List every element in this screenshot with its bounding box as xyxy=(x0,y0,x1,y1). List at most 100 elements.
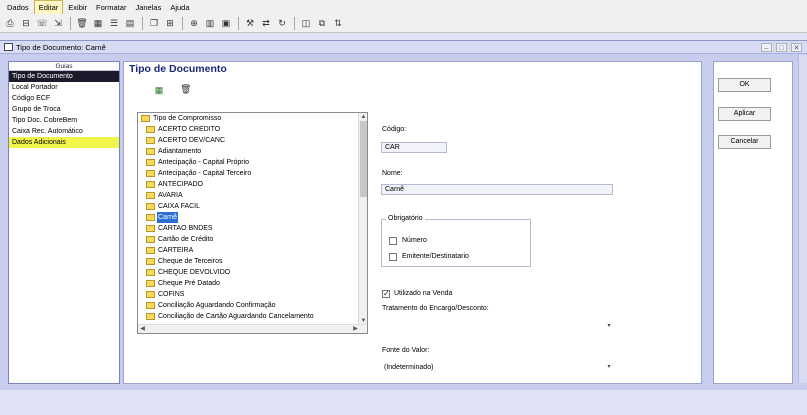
tree-item[interactable]: COFINS xyxy=(138,289,359,300)
tree-item[interactable]: ACERTO DEV/CANC xyxy=(138,135,359,146)
utilizado-venda-label: Utilizado na Venda xyxy=(394,290,453,297)
tree-horizontal-scrollbar[interactable]: ◀ ▶ xyxy=(138,324,367,333)
tree-item[interactable]: CARTAO BNDES xyxy=(138,223,359,234)
form-icon[interactable]: ▤ xyxy=(124,17,136,29)
cancelar-button[interactable]: Cancelar xyxy=(718,135,771,149)
window-icon[interactable]: ❐ xyxy=(148,17,160,29)
toolbar-separator xyxy=(294,16,295,30)
folder-icon xyxy=(146,302,155,309)
tree-item[interactable]: Carnê xyxy=(138,212,359,223)
tratamento-select[interactable]: ▾ xyxy=(381,321,613,332)
tree-item-label: Conciliação de Cartão Aguardando Cancela… xyxy=(158,313,314,320)
table-icon[interactable]: ▥ xyxy=(204,17,216,29)
tree-item[interactable]: CARTEIRA xyxy=(138,245,359,256)
tree-item[interactable]: Cartão de Crédito xyxy=(138,234,359,245)
fonte-select[interactable]: (Indeterminado) ▾ xyxy=(381,362,613,373)
emitente-label: Emitente/Destinatario xyxy=(402,253,469,260)
minimize-button[interactable]: – xyxy=(761,43,772,52)
trash-icon[interactable]: 🗑 xyxy=(180,84,191,94)
tree-item[interactable]: Adiantamento xyxy=(138,146,359,157)
tree-item-label: Cheque de Terceiros xyxy=(158,258,223,265)
tree-item-label: CHEQUE DEVOLVIDO xyxy=(158,269,231,276)
print-icon[interactable]: ⎙ xyxy=(4,17,16,29)
guia-tipo-doc-cobrebem[interactable]: Tipo Doc. CobreBem xyxy=(9,115,119,126)
tree-item[interactable]: ANTECIPADO xyxy=(138,179,359,190)
tree-item-label: ACERTO DEV/CANC xyxy=(158,137,226,144)
guia-dados-adicionais[interactable]: Dados Adicionais xyxy=(9,137,119,148)
tree-item-label: Cheque Pré Datado xyxy=(158,280,220,287)
tree-item[interactable]: CHEQUE DEVOLVIDO xyxy=(138,267,359,278)
guia-codigo-ecf[interactable]: Código ECF xyxy=(9,93,119,104)
tipo-compromisso-tree: Tipo de Compromisso ACERTO CREDITO ACERTO… xyxy=(137,112,368,334)
tree-root[interactable]: Tipo de Compromisso xyxy=(138,113,359,124)
close-button[interactable]: ✕ xyxy=(791,43,802,52)
sort-icon[interactable]: ⇅ xyxy=(332,17,344,29)
guia-local-portador[interactable]: Local Portador xyxy=(9,82,119,93)
chevron-down-icon[interactable]: ▾ xyxy=(605,362,613,373)
menu-janelas[interactable]: Janelas xyxy=(131,1,165,14)
guia-caixa-rec-automatico[interactable]: Caixa Rec. Automático xyxy=(9,126,119,137)
tree-item[interactable]: Conciliação de Cartão Aguardando Cancela… xyxy=(138,311,359,322)
folder-icon xyxy=(146,148,155,155)
toolbar-separator xyxy=(182,16,183,30)
folder-icon xyxy=(146,247,155,254)
tree-vertical-scrollbar[interactable]: ▲ ▼ xyxy=(358,113,367,325)
tree-item[interactable]: Antecipação - Capital Terceiro xyxy=(138,168,359,179)
tree-item-label: COFINS xyxy=(158,291,185,298)
maximize-button[interactable]: □ xyxy=(776,43,787,52)
guia-tipo-documento[interactable]: Tipo de Documento xyxy=(9,71,119,82)
folder-icon xyxy=(146,269,155,276)
numero-checkbox[interactable] xyxy=(389,237,397,245)
scroll-left-icon[interactable]: ◀ xyxy=(138,325,147,333)
toolbar-separator xyxy=(142,16,143,30)
tree-item[interactable]: AVARIA xyxy=(138,190,359,201)
tree-item[interactable]: Cheque de Terceiros xyxy=(138,256,359,267)
database-icon[interactable]: ⊕ xyxy=(188,17,200,29)
chevron-down-icon[interactable]: ▾ xyxy=(605,321,613,332)
codigo-field[interactable]: CAR xyxy=(381,142,447,153)
nome-field[interactable]: Carnê xyxy=(381,184,613,195)
print-preview-icon[interactable]: ⊟ xyxy=(20,17,32,29)
emitente-checkbox[interactable] xyxy=(389,253,397,261)
toolbar-separator xyxy=(238,16,239,30)
scroll-right-icon[interactable]: ▶ xyxy=(351,325,360,333)
guia-grupo-troca[interactable]: Grupo de Troca xyxy=(9,104,119,115)
menu-formatar[interactable]: Formatar xyxy=(92,1,130,14)
menu-exibir[interactable]: Exibir xyxy=(64,1,91,14)
list-icon[interactable]: ☰ xyxy=(108,17,120,29)
fax-icon[interactable]: ☏ xyxy=(36,17,48,29)
add-item-icon[interactable]: ▦ xyxy=(154,85,164,95)
filter-icon[interactable]: ⊞ xyxy=(164,17,176,29)
calculator-icon[interactable]: ▣ xyxy=(220,17,232,29)
tree-item[interactable]: CAIXA FACIL xyxy=(138,201,359,212)
obrigatorio-group: Obrigatório Número Emitente/Destinatario xyxy=(381,215,531,267)
utilizado-venda-checkbox[interactable] xyxy=(382,289,390,298)
tree-item-label: Carnê xyxy=(157,212,179,223)
menu-ajuda[interactable]: Ajuda xyxy=(166,1,193,14)
save-icon[interactable]: ◫ xyxy=(300,17,312,29)
tree-item[interactable]: Antecipação - Capital Próprio xyxy=(138,157,359,168)
tree-item[interactable]: Conciliação Aguardando Confirmação xyxy=(138,300,359,311)
menu-editar[interactable]: Editar xyxy=(33,0,64,15)
tree-item-label: ACERTO CREDITO xyxy=(158,126,221,133)
tree-item-label: AVARIA xyxy=(158,192,183,199)
toolbar: ⎙ ⊟ ☏ ⇲ 🗑 ▦ ☰ ▤ ❐ ⊞ ⊕ ▥ ▣ ⚒ ⇄ ↻ ◫ ⧉ ⇅ xyxy=(0,14,807,33)
export-icon[interactable]: ⇲ xyxy=(52,17,64,29)
tools-icon[interactable]: ⚒ xyxy=(244,17,256,29)
delete-icon[interactable]: 🗑 xyxy=(76,17,88,29)
ok-button[interactable]: OK xyxy=(718,78,771,92)
aplicar-button[interactable]: Aplicar xyxy=(718,107,771,121)
tree-item[interactable]: ACERTO CREDITO xyxy=(138,124,359,135)
scroll-up-icon[interactable]: ▲ xyxy=(359,113,367,121)
folder-icon xyxy=(146,291,155,298)
refresh-icon[interactable]: ↻ xyxy=(276,17,288,29)
tree-item[interactable]: Cheque Pré Datado xyxy=(138,278,359,289)
transfer-icon[interactable]: ⇄ xyxy=(260,17,272,29)
document-icon xyxy=(4,43,13,51)
grid-icon[interactable]: ▦ xyxy=(92,17,104,29)
scroll-thumb[interactable] xyxy=(360,121,367,197)
window-scrollbar[interactable] xyxy=(798,55,807,383)
copy-icon[interactable]: ⧉ xyxy=(316,17,328,29)
menu-dados[interactable]: Dados xyxy=(3,1,33,14)
tree-item-label: Conciliação Aguardando Confirmação xyxy=(158,302,276,309)
